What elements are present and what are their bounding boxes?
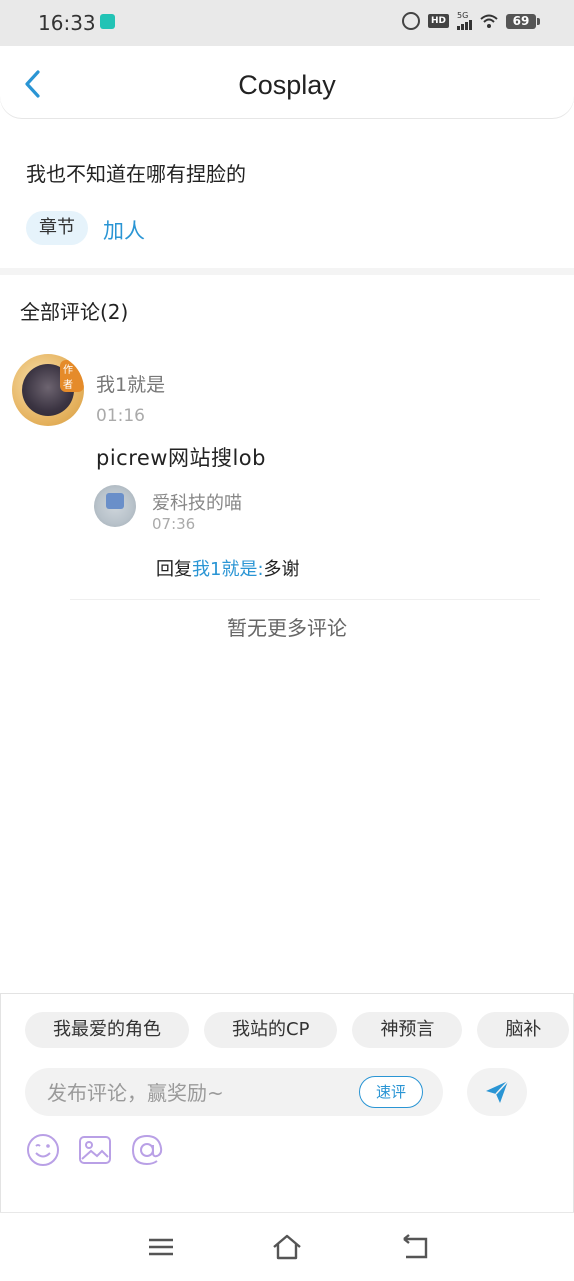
quick-chip[interactable]: 我最爱的角色 (25, 1012, 189, 1048)
comment-user[interactable]: 我1就是 (96, 370, 165, 397)
avatar[interactable]: 作者 (12, 354, 84, 426)
network-label: 5G (457, 11, 469, 20)
quick-chip[interactable]: 我站的CP (204, 1012, 338, 1048)
section-divider (0, 268, 574, 275)
send-button[interactable] (467, 1068, 527, 1116)
send-icon (486, 1080, 509, 1103)
comments-title: 全部评论(2) (20, 300, 129, 324)
divider (70, 599, 540, 600)
comment-text[interactable]: picrew网站搜lob (96, 442, 266, 472)
comment-time: 01:16 (96, 406, 145, 426)
quick-rate-button[interactable]: 速评 (359, 1076, 423, 1108)
post-text: 我也不知道在哪有捏脸的 (26, 162, 246, 186)
page-title: Cosplay (238, 70, 336, 100)
reply-avatar[interactable] (94, 485, 136, 527)
image-icon[interactable] (77, 1132, 113, 1168)
home-icon[interactable] (272, 1233, 302, 1261)
hd-icon: HD (427, 14, 449, 28)
header: Cosplay (0, 46, 574, 118)
composer-tools (25, 1132, 165, 1168)
alarm-icon (401, 12, 420, 30)
comment-input[interactable] (45, 1068, 349, 1118)
reply-mention[interactable]: 我1就是: (192, 559, 264, 580)
comment-composer: 我最爱的角色我站的CP 神预言脑补 速评 (0, 993, 574, 1212)
status-bar: 16:33 HD 5G 69 (0, 0, 574, 46)
system-navbar (0, 1212, 574, 1281)
no-more-comments: 暂无更多评论 (227, 616, 347, 640)
quick-chip[interactable]: 神预言 (352, 1012, 463, 1048)
menu-icon[interactable] (146, 1233, 176, 1261)
wifi-icon (480, 14, 498, 28)
quick-chip[interactable]: 脑补 (477, 1012, 570, 1048)
signal-5g-icon: 5G (457, 12, 472, 30)
app-notification-icon (100, 14, 115, 29)
reply-body: 多谢 (263, 559, 300, 580)
reply-time: 07:36 (152, 515, 196, 533)
chapter-tag[interactable]: 章节 (26, 211, 88, 245)
at-icon[interactable] (129, 1132, 165, 1168)
comment-box: 速评 (25, 1068, 443, 1118)
emoji-icon[interactable] (25, 1132, 61, 1168)
author-badge: 作者 (60, 360, 84, 392)
status-time: 16:33 (38, 11, 96, 35)
quick-chips-row: 我最爱的角色 我站的CP 神预言 脑补 (25, 1012, 574, 1050)
battery-icon: 69 (506, 13, 540, 29)
tag-link[interactable]: 加人 (103, 215, 145, 245)
back-nav-icon[interactable] (400, 1233, 430, 1261)
status-icons: HD 5G 69 (401, 12, 540, 30)
reply-text[interactable]: 回复我1就是:多谢 (156, 555, 300, 581)
reply-prefix: 回复 (156, 559, 192, 580)
reply-user[interactable]: 爱科技的喵 (152, 489, 242, 515)
